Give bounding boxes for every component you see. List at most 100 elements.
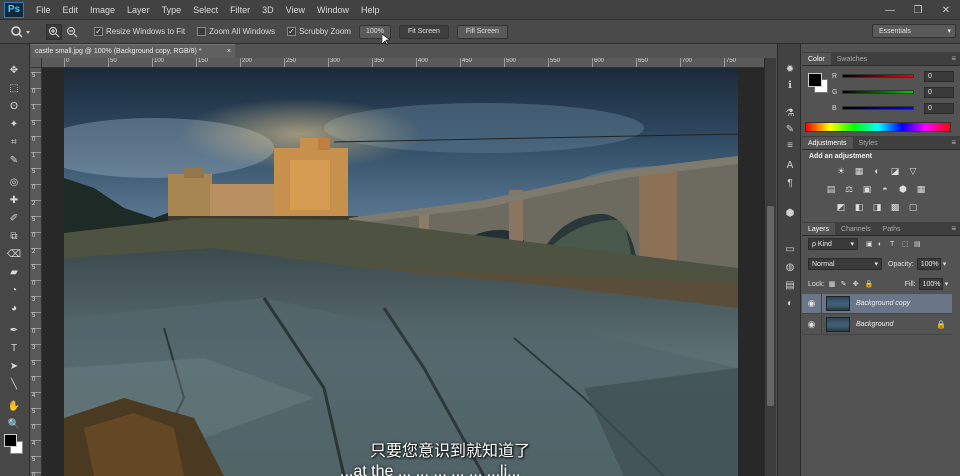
path-selection-tool-icon[interactable]: ➤ [6, 358, 22, 374]
lock-position-icon[interactable]: ✥ [853, 280, 865, 288]
panel-menu-icon[interactable]: ≡ [951, 224, 956, 233]
move-tool-icon[interactable]: ✥ [6, 62, 22, 78]
exposure-icon[interactable]: ◪ [890, 166, 900, 176]
history-brush-tool-icon[interactable]: ⧉ [6, 228, 22, 244]
hue-saturation-icon[interactable]: ▤ [826, 184, 836, 194]
crop-tool-icon[interactable]: ⌗ [6, 134, 22, 150]
timeline-icon[interactable]: ◐ [783, 296, 797, 310]
fill-input[interactable]: 100% [918, 278, 943, 290]
zoom-out-icon[interactable] [64, 24, 80, 40]
clone-source-icon[interactable]: ◍ [783, 260, 797, 274]
foreground-background-colors[interactable] [4, 432, 24, 456]
eraser-tool-icon[interactable]: ⌫ [6, 246, 22, 262]
document-tab[interactable]: castle small.jpg @ 100% (Background copy… [31, 44, 235, 58]
green-channel-value[interactable]: 0 [924, 86, 954, 98]
chevron-down-icon[interactable]: ▾ [945, 280, 949, 288]
image-canvas[interactable] [64, 68, 738, 476]
foreground-color-swatch[interactable] [808, 73, 822, 87]
marquee-tool-icon[interactable]: ⬚ [6, 80, 22, 96]
brush-panel-icon[interactable]: ≡ [783, 138, 797, 152]
healing-brush-tool-icon[interactable]: ◎ [6, 174, 22, 190]
restore-icon[interactable]: ❐ [904, 0, 932, 20]
brush-tool-icon[interactable]: ✚ [6, 192, 22, 208]
tab-swatches[interactable]: Swatches [831, 53, 873, 65]
vibrance-icon[interactable]: ▽ [908, 166, 918, 176]
menu-layer[interactable]: Layer [121, 5, 156, 15]
channel-mixer-icon[interactable]: ⬢ [898, 184, 908, 194]
tab-paths[interactable]: Paths [877, 223, 907, 235]
layer-kind-select[interactable]: ρ Kind ▾ [808, 238, 858, 250]
zoom-tool-preset-icon[interactable] [6, 24, 36, 40]
brush-presets-icon[interactable]: ✎ [783, 122, 797, 136]
menu-filter[interactable]: Filter [224, 5, 256, 15]
ruler-origin[interactable] [31, 58, 42, 68]
scrubby-zoom-checkbox[interactable]: ✓ Scrubby Zoom [286, 27, 351, 36]
menu-type[interactable]: Type [156, 5, 188, 15]
eyedropper-tool-icon[interactable]: ✎ [6, 152, 22, 168]
invert-icon[interactable]: ◩ [836, 202, 846, 212]
layer-row-background[interactable]: ◉ Background 🔒 [802, 314, 952, 335]
info-icon[interactable]: ℹ [783, 78, 797, 92]
quick-selection-tool-icon[interactable]: ✦ [6, 116, 22, 132]
layer-comps-icon[interactable]: ▭ [783, 242, 797, 256]
visibility-eye-icon[interactable]: ◉ [802, 314, 822, 335]
horizontal-ruler[interactable]: 0 50 100 150 200 250 300 350 400 450 500 550 600 650 7… [42, 58, 764, 68]
resize-windows-checkbox[interactable]: ✓ Resize Windows to Fit [94, 27, 185, 36]
tab-channels[interactable]: Channels [835, 223, 877, 235]
red-channel-slider[interactable] [842, 74, 914, 78]
color-lookup-icon[interactable]: ▦ [916, 184, 926, 194]
type-tool-icon[interactable]: T [6, 340, 22, 356]
lock-image-icon[interactable]: ✎ [841, 280, 853, 288]
menu-view[interactable]: View [280, 5, 311, 15]
history-icon[interactable]: ⚗ [783, 106, 797, 120]
navigator-icon[interactable]: ✹ [783, 62, 797, 76]
vertical-scrollbar[interactable] [764, 58, 776, 476]
filter-shape-icon[interactable]: ⬚ [902, 240, 914, 248]
filter-smart-object-icon[interactable]: ▤ [914, 240, 926, 248]
levels-icon[interactable]: ▦ [854, 166, 864, 176]
opacity-input[interactable]: 100% [916, 258, 941, 270]
zoom-tool-icon[interactable]: 🔍 [6, 416, 22, 432]
tab-layers[interactable]: Layers [802, 223, 836, 235]
dodge-tool-icon[interactable]: ◕ [6, 300, 22, 316]
clone-stamp-tool-icon[interactable]: ✐ [6, 210, 22, 226]
curves-icon[interactable]: ◐ [872, 166, 882, 176]
lock-all-icon[interactable]: 🔒 [865, 280, 877, 288]
blue-channel-value[interactable]: 0 [924, 102, 954, 114]
zoom-all-windows-checkbox[interactable]: Zoom All Windows [197, 27, 275, 36]
black-white-icon[interactable]: ▣ [862, 184, 872, 194]
tab-adjustments[interactable]: Adjustments [802, 137, 853, 149]
threshold-icon[interactable]: ◨ [872, 202, 882, 212]
photo-filter-icon[interactable]: ◓ [880, 184, 890, 194]
filter-adjustment-icon[interactable]: ◐ [878, 241, 890, 248]
foreground-color-swatch[interactable] [4, 434, 17, 447]
close-icon[interactable]: ✕ [932, 0, 960, 20]
menu-edit[interactable]: Edit [57, 5, 85, 15]
minimize-icon[interactable]: — [876, 0, 904, 20]
blend-mode-select[interactable]: Normal ▾ [808, 258, 882, 270]
gradient-tool-icon[interactable]: ▰ [6, 264, 22, 280]
workspace-select[interactable]: Essentials ▾ [872, 24, 956, 38]
green-channel-slider[interactable] [842, 90, 914, 94]
3d-panel-icon[interactable]: ⬢ [783, 206, 797, 220]
layer-row-background-copy[interactable]: ◉ Background copy [802, 293, 952, 314]
line-tool-icon[interactable]: ╲ [6, 376, 22, 392]
menu-select[interactable]: Select [187, 5, 224, 15]
selective-color-icon[interactable]: ▢ [908, 202, 918, 212]
visibility-eye-icon[interactable]: ◉ [802, 293, 822, 314]
menu-image[interactable]: Image [84, 5, 121, 15]
hand-tool-icon[interactable]: ✋ [6, 398, 22, 414]
tab-color[interactable]: Color [802, 53, 831, 65]
color-balance-icon[interactable]: ⚖ [844, 184, 854, 194]
character-icon[interactable]: A [783, 158, 797, 172]
menu-help[interactable]: Help [355, 5, 386, 15]
menu-window[interactable]: Window [311, 5, 355, 15]
filter-pixel-icon[interactable]: ▣ [866, 240, 878, 248]
blur-tool-icon[interactable]: ◔ [6, 282, 22, 298]
panel-menu-icon[interactable]: ≡ [951, 54, 956, 63]
lasso-tool-icon[interactable]: ʘ [6, 98, 22, 114]
fill-screen-button[interactable]: Fill Screen [456, 24, 508, 39]
zoom-in-icon[interactable] [46, 23, 62, 40]
menu-file[interactable]: File [30, 5, 57, 15]
close-document-icon[interactable]: × [227, 48, 231, 55]
